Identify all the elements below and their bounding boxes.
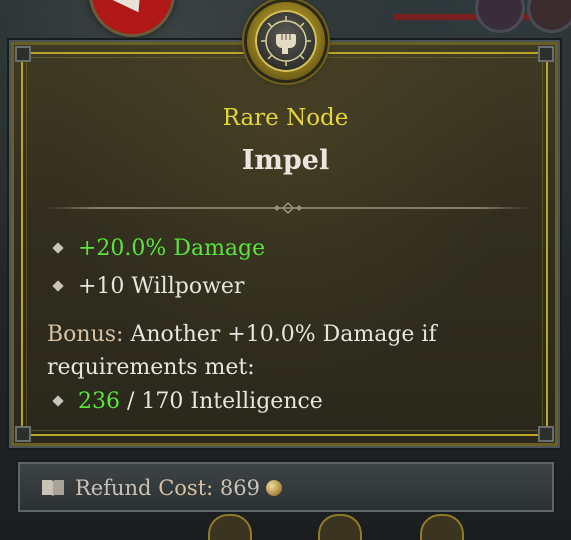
bonus-description: Bonus: Another +10.0% Damage if requirem… <box>47 318 517 384</box>
refund-label: Refund <box>75 476 152 500</box>
stat-text: +10 Willpower <box>78 274 245 299</box>
refund-bar: Refund Cost: 869 <box>18 462 554 512</box>
cost-value: 869 <box>219 476 260 500</box>
bullet-icon <box>52 242 64 254</box>
book-icon <box>42 480 64 497</box>
fist-icon <box>261 16 311 66</box>
bullet-icon <box>52 395 64 407</box>
node-rarity: Rare Node <box>222 105 349 131</box>
frame-corner <box>538 426 554 442</box>
frame-corner <box>538 46 554 62</box>
frame-corner <box>15 426 31 442</box>
bullet-icon <box>52 280 64 292</box>
stat-line-willpower: +10 Willpower <box>52 274 245 299</box>
node-medallion <box>247 2 325 80</box>
node-title: Impel <box>241 145 330 176</box>
requirement-current-value: 236 <box>78 389 120 414</box>
stat-line-damage: +20.0% Damage <box>52 236 266 261</box>
requirement-target: / 170 Intelligence <box>120 389 323 414</box>
refund-cost: Refund Cost: 869 <box>75 476 282 500</box>
divider-ornament-icon <box>274 201 302 215</box>
cost-label: Cost: <box>158 476 214 500</box>
stat-text: +20.0% Damage <box>78 236 266 261</box>
gold-coin-icon <box>266 479 282 496</box>
bonus-label: Bonus: <box>47 322 124 347</box>
frame-corner <box>15 46 31 62</box>
requirement-line: 236 / 170 Intelligence <box>52 389 323 414</box>
